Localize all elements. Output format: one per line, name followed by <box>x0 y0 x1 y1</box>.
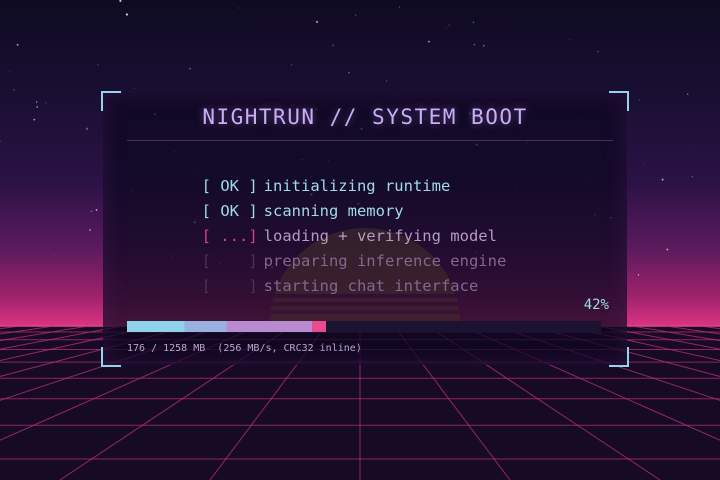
panel-title: NIGHTRUN // SYSTEM BOOT <box>202 105 528 129</box>
step-status: [ ...] <box>201 227 258 245</box>
step-label: starting chat interface <box>263 277 479 295</box>
step-status: [ OK ] <box>201 177 258 195</box>
step-label: initializing runtime <box>263 177 451 195</box>
progress-percent: 42% <box>583 297 609 313</box>
step-label: scanning memory <box>263 202 404 220</box>
step-status: [ ] <box>201 277 258 295</box>
step-status: [ ] <box>201 252 258 270</box>
step-label: preparing inference engine <box>263 252 507 270</box>
step-label: loading + verifying model <box>263 227 497 245</box>
boot-screen: NIGHTRUN // SYSTEM BOOT [ OK ] initializi… <box>0 0 720 480</box>
progress-bar <box>127 321 601 332</box>
step-status: [ OK ] <box>201 202 258 220</box>
progress-status-text: 176 / 1258 MB (256 MB/s, CRC32 inline) <box>127 343 362 354</box>
frame-corner-bottom-right-icon <box>609 347 629 367</box>
title-divider <box>127 140 613 141</box>
progress-bar-fill <box>127 321 327 332</box>
boot-panel: NIGHTRUN // SYSTEM BOOT [ OK ] initializi… <box>101 91 629 367</box>
boot-step-initializing-runtime: [ OK ] initializing runtime <box>127 153 506 195</box>
boot-step-list: [ OK ] initializing runtime [ OK ] scannin… <box>127 153 507 295</box>
frame-corner-bottom-left-icon <box>101 347 121 367</box>
